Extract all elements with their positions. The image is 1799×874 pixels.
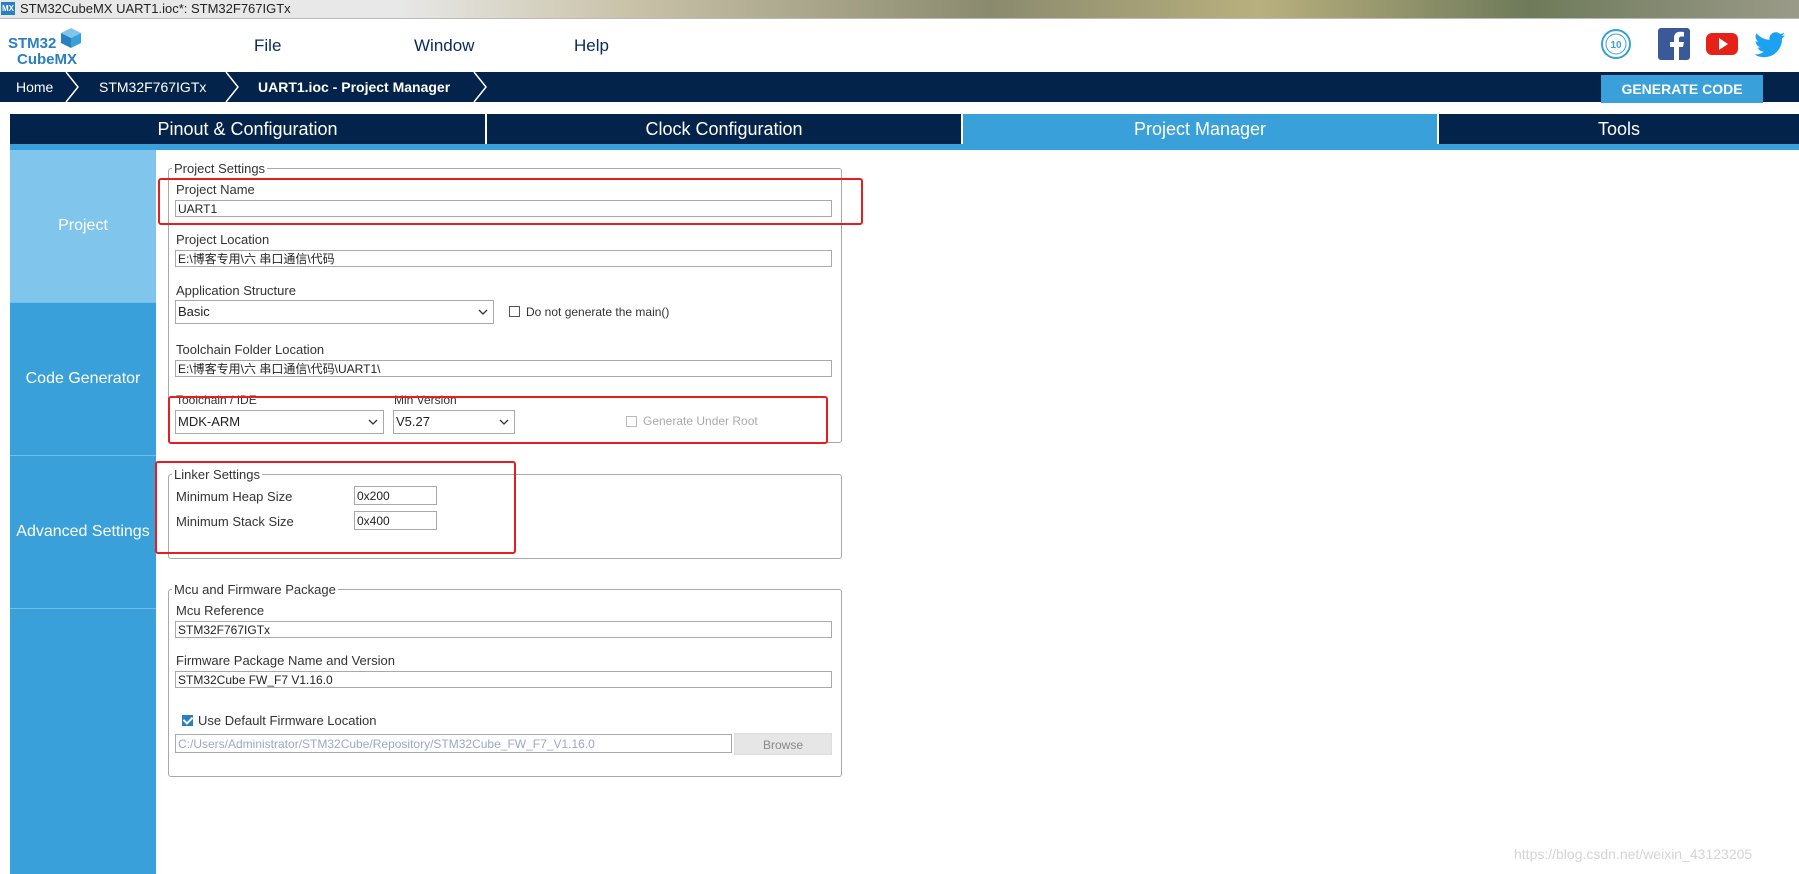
use-default-firmware-location-checkbox[interactable] bbox=[182, 715, 193, 726]
project-settings-legend: Project Settings bbox=[174, 161, 266, 176]
firmware-package-field: STM32Cube FW_F7 V1.16.0 bbox=[175, 671, 832, 688]
breadcrumb-separator-icon bbox=[473, 72, 487, 102]
project-location-label: Project Location bbox=[176, 232, 270, 247]
project-manager-sidebar: Project Code Generator Advanced Settings bbox=[10, 150, 156, 874]
application-structure-value: Basic bbox=[178, 304, 210, 319]
do-not-generate-main-label: Do not generate the main() bbox=[526, 305, 670, 319]
menu-bar: STM32 CubeMX File Window Help 10 bbox=[0, 19, 1799, 72]
breadcrumb-home[interactable]: Home bbox=[16, 72, 53, 102]
watermark: https://blog.csdn.net/weixin_43123205 bbox=[1514, 846, 1753, 862]
logo-line2: CubeMX bbox=[17, 51, 77, 68]
mcu-firmware-legend: Mcu and Firmware Package bbox=[174, 582, 336, 597]
highlight-box-linker bbox=[155, 461, 516, 554]
mcu-reference-field: STM32F767IGTx bbox=[175, 621, 832, 638]
project-location-field[interactable]: E:\博客专用\六 串口通信\代码 bbox=[175, 250, 832, 267]
firmware-package-label: Firmware Package Name and Version bbox=[176, 653, 395, 668]
tab-clock-configuration[interactable]: Clock Configuration bbox=[487, 114, 961, 144]
menu-help[interactable]: Help bbox=[574, 36, 609, 56]
toolchain-folder-field[interactable]: E:\博客专用\六 串口通信\代码\UART1\ bbox=[175, 360, 832, 377]
sidebar-item-code-generator[interactable]: Code Generator bbox=[10, 303, 156, 456]
tab-project-manager[interactable]: Project Manager bbox=[963, 114, 1437, 144]
breadcrumb-current: UART1.ioc - Project Manager bbox=[258, 79, 451, 95]
tab-tools[interactable]: Tools bbox=[1439, 114, 1799, 144]
breadcrumb-separator-icon bbox=[65, 72, 79, 102]
sidebar-item-project[interactable]: Project bbox=[10, 150, 156, 303]
mcu-reference-label: Mcu Reference bbox=[176, 603, 265, 618]
application-structure-select[interactable]: Basic bbox=[175, 300, 494, 324]
tab-underline bbox=[10, 144, 1799, 150]
window-title-bar: MX STM32CubeMX UART1.ioc*: STM32F767IGTx bbox=[0, 0, 1799, 19]
app-icon: MX bbox=[1, 2, 15, 15]
sidebar-item-advanced-settings[interactable]: Advanced Settings bbox=[10, 456, 156, 609]
youtube-icon[interactable] bbox=[1706, 28, 1738, 60]
breadcrumb-mcu[interactable]: STM32F767IGTx bbox=[99, 72, 206, 102]
firmware-location-field[interactable]: C:/Users/Administrator/STM32Cube/Reposit… bbox=[175, 734, 732, 753]
chevron-down-icon bbox=[478, 309, 488, 315]
main-tabs: Pinout & Configuration Clock Configurati… bbox=[10, 114, 1799, 144]
facebook-icon[interactable] bbox=[1658, 28, 1690, 60]
breadcrumb: Home STM32F767IGTx UART1.ioc - Project M… bbox=[0, 72, 1799, 102]
anniversary-number: 10 bbox=[1610, 40, 1622, 51]
do-not-generate-main-checkbox[interactable] bbox=[509, 306, 520, 317]
generate-code-button[interactable]: GENERATE CODE bbox=[1601, 75, 1763, 103]
cube-icon bbox=[61, 28, 81, 48]
application-structure-label: Application Structure bbox=[176, 283, 296, 298]
stm32cubemx-logo: STM32 CubeMX bbox=[8, 25, 86, 69]
menu-window[interactable]: Window bbox=[414, 36, 474, 56]
use-default-firmware-location-label: Use Default Firmware Location bbox=[198, 713, 377, 728]
highlight-box-project-name bbox=[158, 178, 863, 225]
highlight-box-toolchain bbox=[168, 396, 828, 444]
browse-button[interactable]: Browse bbox=[734, 733, 832, 755]
menu-file[interactable]: File bbox=[254, 36, 281, 56]
logo-line1: STM32 bbox=[8, 35, 57, 52]
window-title: STM32CubeMX UART1.ioc*: STM32F767IGTx bbox=[20, 1, 291, 16]
breadcrumb-separator-icon bbox=[225, 72, 239, 102]
tab-pinout-configuration[interactable]: Pinout & Configuration bbox=[10, 114, 485, 144]
anniversary-icon[interactable]: 10 bbox=[1600, 28, 1632, 60]
toolchain-folder-label: Toolchain Folder Location bbox=[176, 342, 325, 357]
twitter-icon[interactable] bbox=[1754, 28, 1786, 60]
